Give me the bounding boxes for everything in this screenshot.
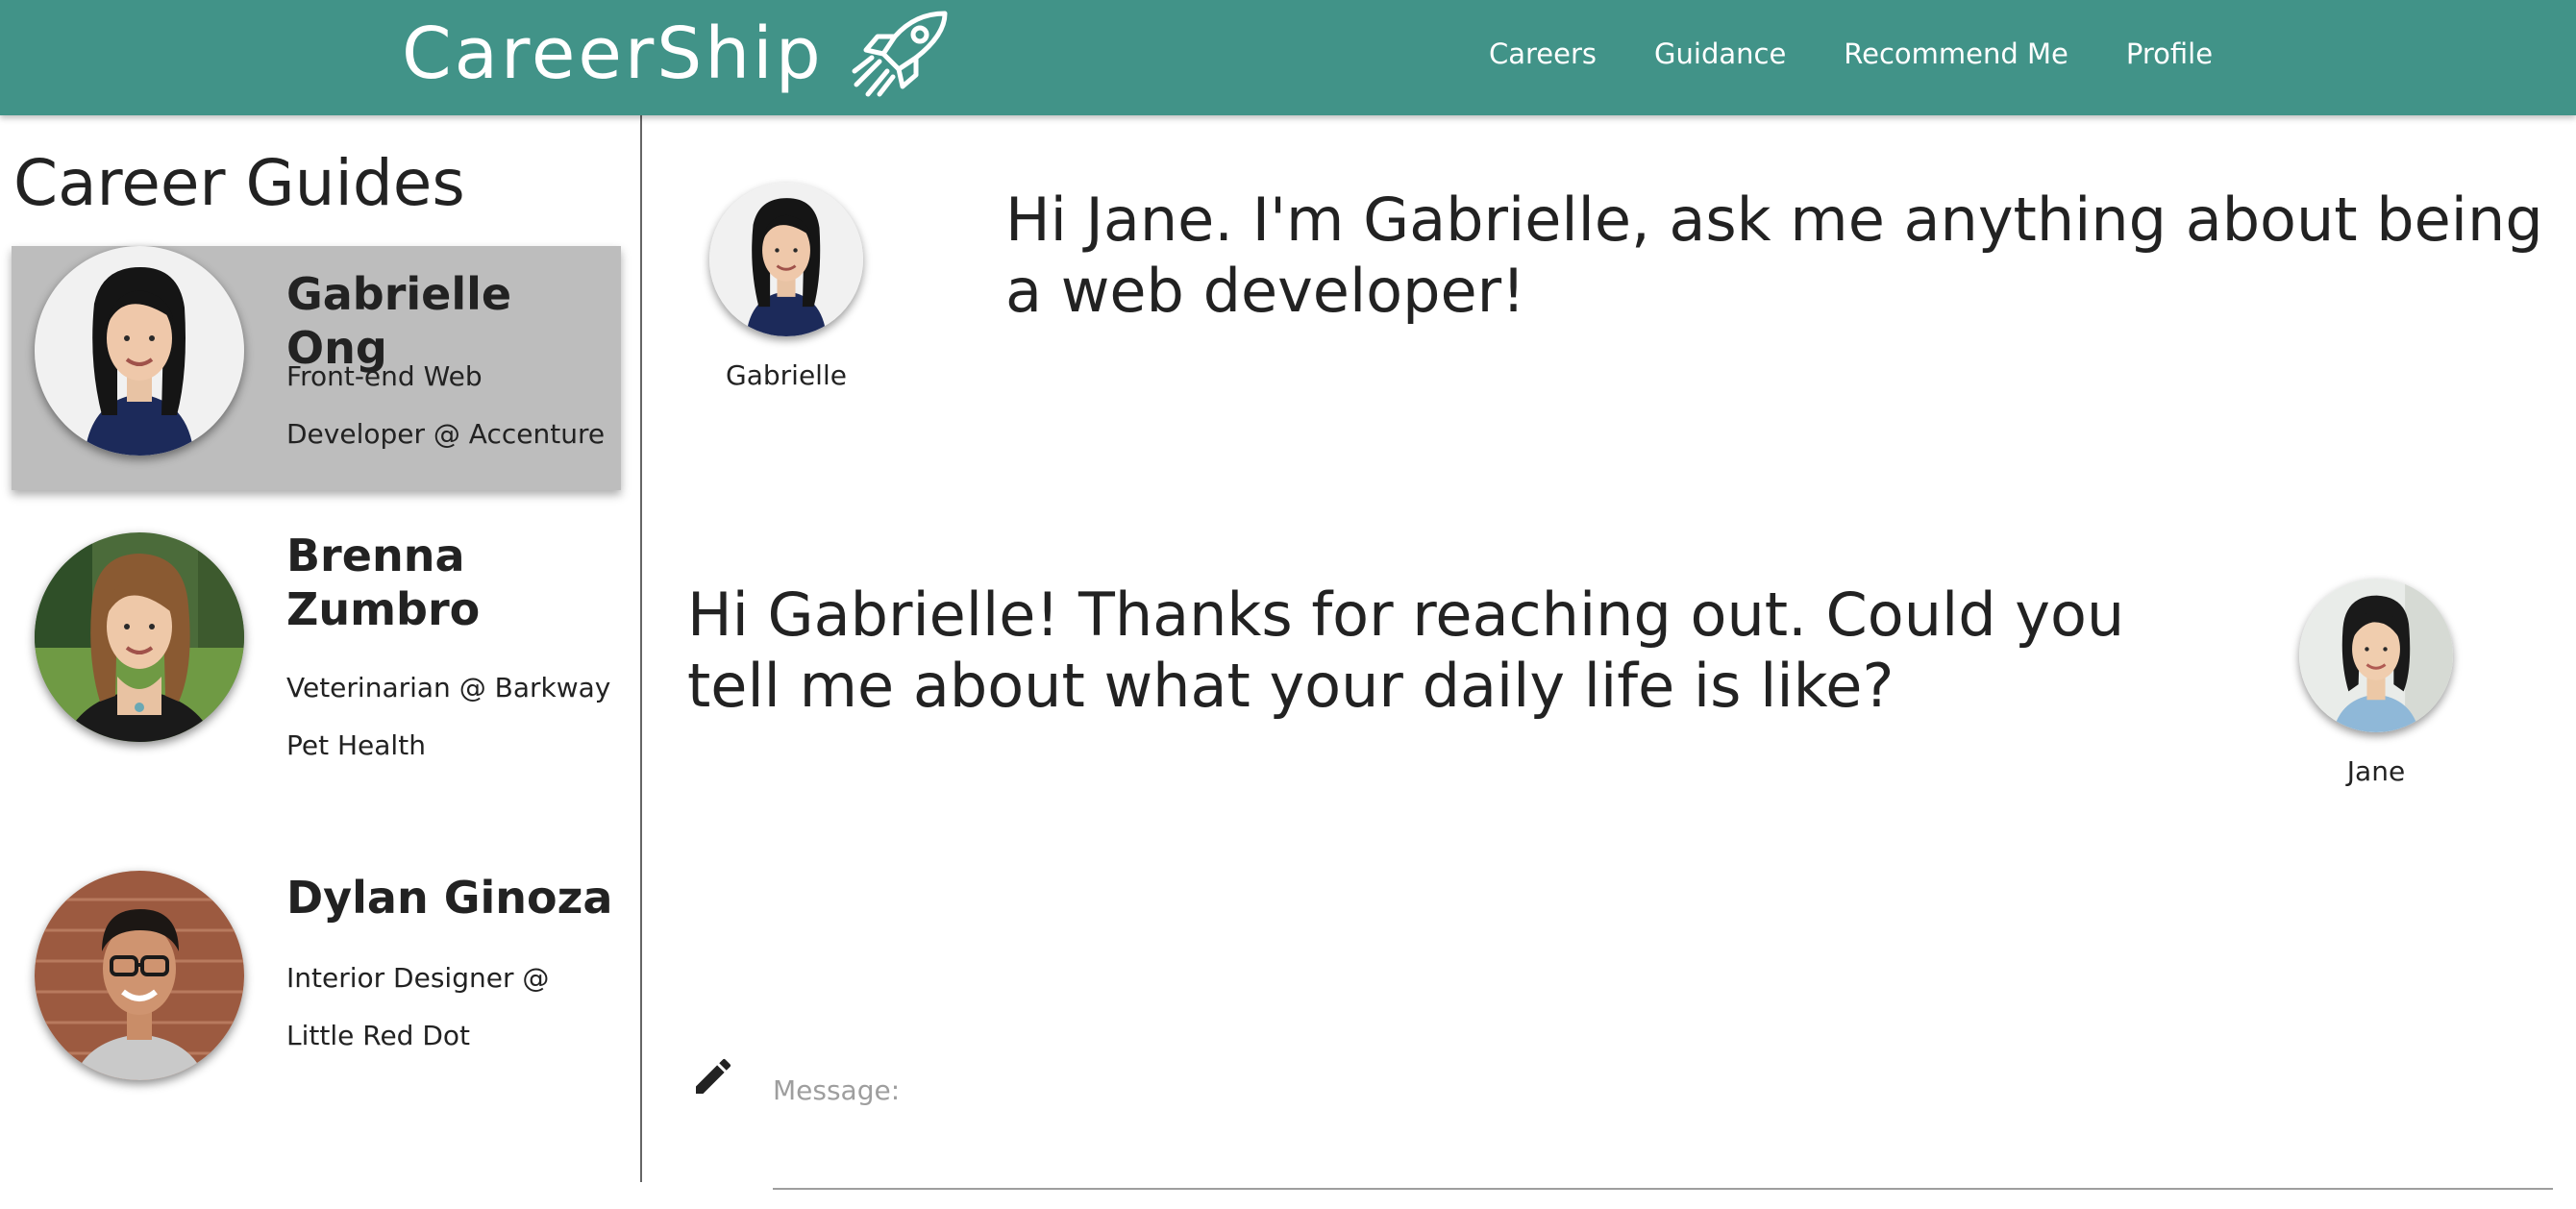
message-compose: Message: [644,932,2576,1190]
guide-name: Dylan Ginoza [286,872,613,924]
brand-name: CareerShip [402,12,824,95]
rocket-icon [852,11,948,97]
gabrielle-chat-avatar-photo [709,183,863,336]
avatar [35,532,244,742]
avatar [35,871,244,1080]
nav-careers[interactable]: Careers [1489,37,1597,70]
top-navbar: CareerShip Careers Guidance Recommend Me… [0,0,2576,115]
nav-profile[interactable]: Profile [2126,37,2213,70]
message-text: Hi Jane. I'm Gabrielle, ask me anything … [1005,185,2543,326]
dylan-avatar-photo [35,871,244,1080]
sender-name: Gabrielle [726,359,847,391]
sidebar-title: Career Guides [13,146,465,220]
message-text: Hi Gabrielle! Thanks for reaching out. C… [687,580,2125,721]
sender-name: Jane [2346,755,2406,787]
career-guides-sidebar: Career Guides Gabrielle Ong Front-end We… [0,115,642,1182]
nav-recommend-me[interactable]: Recommend Me [1844,37,2068,70]
nav-guidance[interactable]: Guidance [1654,37,1786,70]
sender-avatar [2299,579,2453,732]
guide-card-brenna-zumbro[interactable]: Brenna Zumbro Veterinarian @ Barkway Pet… [12,529,621,817]
jane-avatar-photo [2299,579,2453,732]
guide-name: Brenna Zumbro [286,530,481,635]
guide-role: Interior Designer @ Little Red Dot [286,962,550,1051]
guide-card-dylan-ginoza[interactable]: Dylan Ginoza Interior Designer @ Little … [12,871,621,1121]
brand-logo-link[interactable]: CareerShip [402,0,956,108]
pencil-icon [696,1058,731,1094]
avatar [35,246,244,456]
guide-role: Veterinarian @ Barkway Pet Health [286,672,611,761]
chat-panel: Gabrielle Hi Jane. I'm Gabrielle, ask me… [644,115,2576,1190]
message-input[interactable] [773,1115,2553,1190]
guide-card-gabrielle-ong[interactable]: Gabrielle Ong Front-end Web Developer @ … [12,246,621,490]
gabrielle-avatar-photo [35,246,244,456]
sender-avatar [709,183,863,336]
brenna-avatar-photo [35,532,244,742]
nav-menu: Careers Guidance Recommend Me Profile [1489,0,2213,108]
guide-role: Front-end Web Developer @ Accenture [286,360,606,450]
message-label: Message: [773,1074,901,1106]
